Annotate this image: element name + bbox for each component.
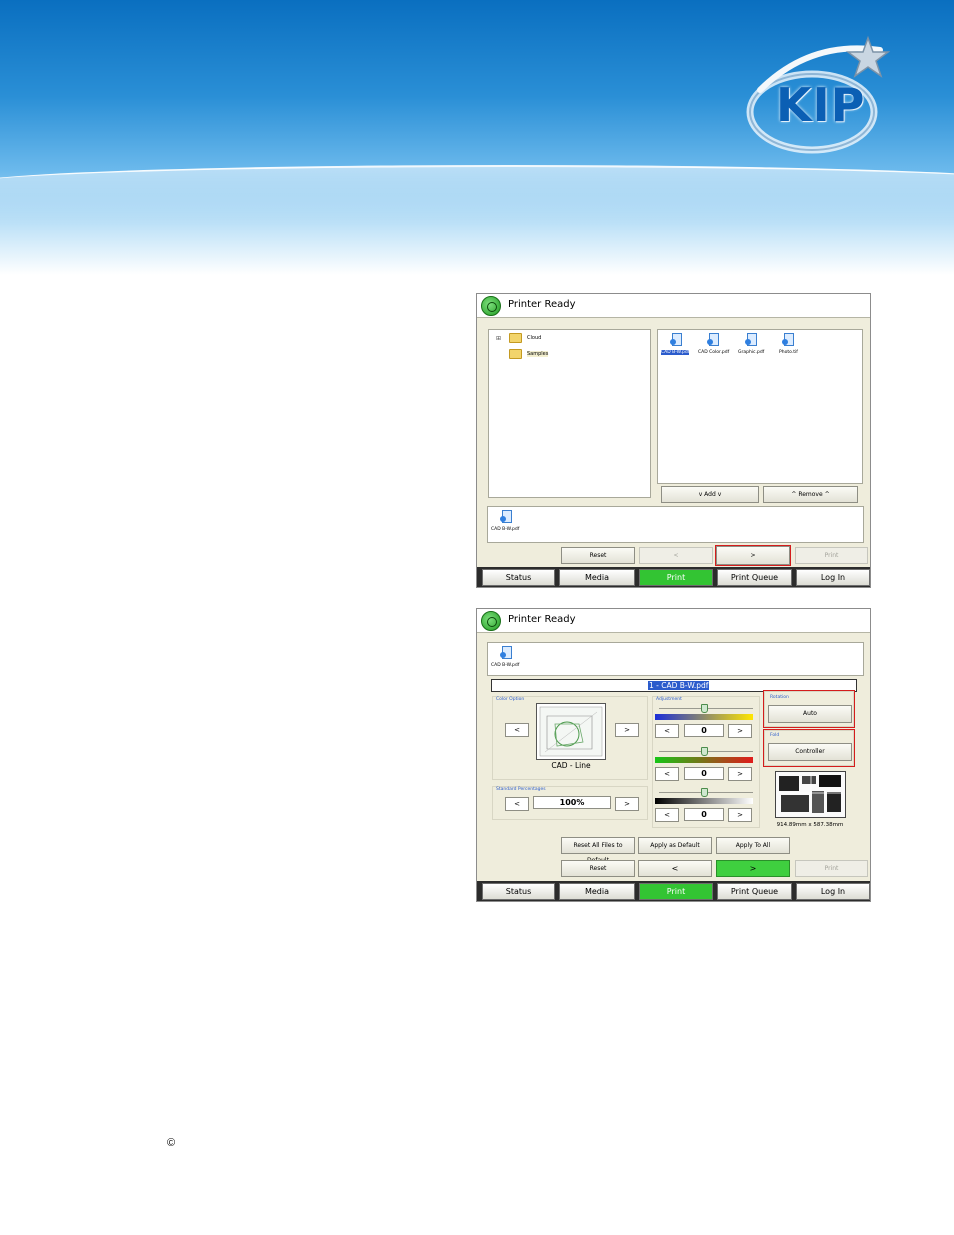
queued-file-label[interactable]: CAD B-W.pdf — [491, 663, 519, 668]
file-item-label[interactable]: Photo.tif — [779, 350, 798, 355]
copyright-symbol: © — [167, 1137, 176, 1149]
apply-to-all-button[interactable]: Apply To All — [716, 837, 790, 854]
fold-group: Fold Controller — [763, 729, 855, 767]
pdf-file-icon[interactable] — [745, 333, 759, 348]
queued-files[interactable]: CAD B-W.pdf — [487, 642, 864, 676]
logo-text: KIP — [776, 78, 866, 132]
adjustment-3-value: 0 — [684, 808, 724, 821]
file-list[interactable]: CAD B-W.pdf CAD Color.pdf Graphic.pdf Ph… — [657, 329, 863, 484]
adjustment-label: Adjustment — [656, 697, 682, 702]
tab-status[interactable]: Status — [482, 569, 555, 586]
next-button[interactable]: > — [715, 545, 791, 566]
file-item-label[interactable]: CAD Color.pdf — [698, 350, 729, 355]
tab-print[interactable]: Print — [639, 569, 713, 586]
tab-print[interactable]: Print — [639, 883, 713, 900]
printer-screen-file-settings: Printer Ready CAD B-W.pdf 1 - CAD B-W.pd… — [476, 608, 871, 902]
tab-print-queue[interactable]: Print Queue — [717, 569, 792, 586]
tab-status[interactable]: Status — [482, 883, 555, 900]
reset-button[interactable]: Reset — [561, 547, 635, 564]
printer-status-icon — [481, 296, 501, 316]
pdf-file-icon[interactable] — [670, 333, 684, 348]
percentage-value: 100% — [533, 796, 611, 809]
print-action-button[interactable]: Print — [795, 547, 868, 564]
pdf-file-icon[interactable] — [500, 510, 514, 525]
tab-log-in[interactable]: Log In — [796, 569, 870, 586]
file-item-label[interactable]: Graphic.pdf — [738, 350, 764, 355]
adjustment-3-increase-button[interactable]: > — [728, 808, 752, 822]
folder-tree[interactable]: ⊞ Cloud Samples — [488, 329, 651, 498]
reset-all-files-button[interactable]: Reset All Files to Default — [561, 837, 635, 864]
back-button[interactable]: < — [639, 547, 713, 564]
queued-files[interactable]: CAD B-W.pdf — [487, 506, 864, 543]
rotation-label: Rotation — [770, 695, 789, 700]
adjustment-1-increase-button[interactable]: > — [728, 724, 752, 738]
next-button[interactable]: > — [716, 860, 790, 877]
file-item-label[interactable]: CAD B-W.pdf — [661, 350, 690, 355]
color-option-label: Color Option — [496, 697, 525, 702]
adjustment-2-increase-button[interactable]: > — [728, 767, 752, 781]
adjustment-3-decrease-button[interactable]: < — [655, 808, 679, 822]
folder-icon — [509, 333, 522, 343]
color-mode-value: CAD - Line — [551, 761, 591, 770]
kip-logo: KIP — [740, 30, 900, 160]
title-bar: Printer Ready — [477, 609, 870, 633]
file-header-title: 1 - CAD B-W.pdf — [648, 681, 710, 690]
reset-button[interactable]: Reset — [561, 860, 635, 877]
queued-file-label[interactable]: CAD B-W.pdf — [491, 527, 519, 532]
bottom-tab-bar: Status Media Print Print Queue Log In — [477, 881, 870, 901]
standard-percentages-label: Standard Percentages — [496, 787, 546, 792]
color-gradient-2 — [655, 757, 753, 763]
print-preview-icon — [776, 772, 845, 817]
fold-button[interactable]: Controller — [768, 743, 852, 761]
apply-as-default-button[interactable]: Apply as Default — [638, 837, 712, 854]
color-option-prev-button[interactable]: < — [505, 723, 529, 737]
percentage-prev-button[interactable]: < — [505, 797, 529, 811]
remove-file-button[interactable]: ^ Remove ^ — [763, 486, 858, 503]
tree-expander[interactable]: ⊞ — [496, 335, 501, 342]
color-gradient-1 — [655, 714, 753, 720]
adjustment-2-value: 0 — [684, 767, 724, 780]
folder-icon — [509, 349, 522, 359]
color-preview-thumbnail — [536, 703, 606, 760]
cad-drawing-icon — [539, 706, 603, 757]
tree-item-samples[interactable]: Samples — [527, 351, 549, 357]
color-option-group: Color Option < CAD - Line > — [492, 696, 648, 780]
tab-media[interactable]: Media — [559, 883, 635, 900]
adjustment-group: Adjustment < 0 > < 0 > < 0 > — [652, 696, 760, 828]
adjustment-slider-3[interactable] — [701, 788, 708, 797]
fold-label: Fold — [770, 733, 780, 738]
bottom-tab-bar: Status Media Print Print Queue Log In — [477, 567, 870, 587]
adjustment-slider-2[interactable] — [701, 747, 708, 756]
tree-item-cloud[interactable]: Cloud — [527, 335, 541, 341]
printer-status-title: Printer Ready — [508, 614, 576, 625]
rotation-group: Rotation Auto — [763, 690, 855, 728]
printer-status-icon — [481, 611, 501, 631]
rotation-button[interactable]: Auto — [768, 705, 852, 723]
tif-file-icon[interactable] — [782, 333, 796, 348]
printer-screen-file-select: Printer Ready ⊞ Cloud Samples CAD B-W.pd… — [476, 293, 871, 588]
standard-percentages-group: Standard Percentages < 100% > — [492, 786, 648, 820]
pdf-file-icon[interactable] — [707, 333, 721, 348]
color-option-next-button[interactable]: > — [615, 723, 639, 737]
paper-size-text: 914.89mm x 587.38mm — [776, 822, 844, 828]
title-bar: Printer Ready — [477, 294, 870, 318]
add-file-button[interactable]: v Add v — [661, 486, 759, 503]
percentage-next-button[interactable]: > — [615, 797, 639, 811]
print-action-button[interactable]: Print — [795, 860, 868, 877]
printer-status-title: Printer Ready — [508, 299, 576, 310]
adjustment-1-value: 0 — [684, 724, 724, 737]
header-banner: KIP — [0, 0, 954, 275]
tab-print-queue[interactable]: Print Queue — [717, 883, 792, 900]
tab-media[interactable]: Media — [559, 569, 635, 586]
adjustment-slider-1[interactable] — [701, 704, 708, 713]
adjustment-1-decrease-button[interactable]: < — [655, 724, 679, 738]
banner-wave — [0, 165, 954, 225]
color-gradient-3 — [655, 798, 753, 804]
print-preview — [775, 771, 846, 818]
back-button[interactable]: < — [638, 860, 712, 877]
pdf-file-icon[interactable] — [500, 646, 514, 661]
adjustment-2-decrease-button[interactable]: < — [655, 767, 679, 781]
tab-log-in[interactable]: Log In — [796, 883, 870, 900]
